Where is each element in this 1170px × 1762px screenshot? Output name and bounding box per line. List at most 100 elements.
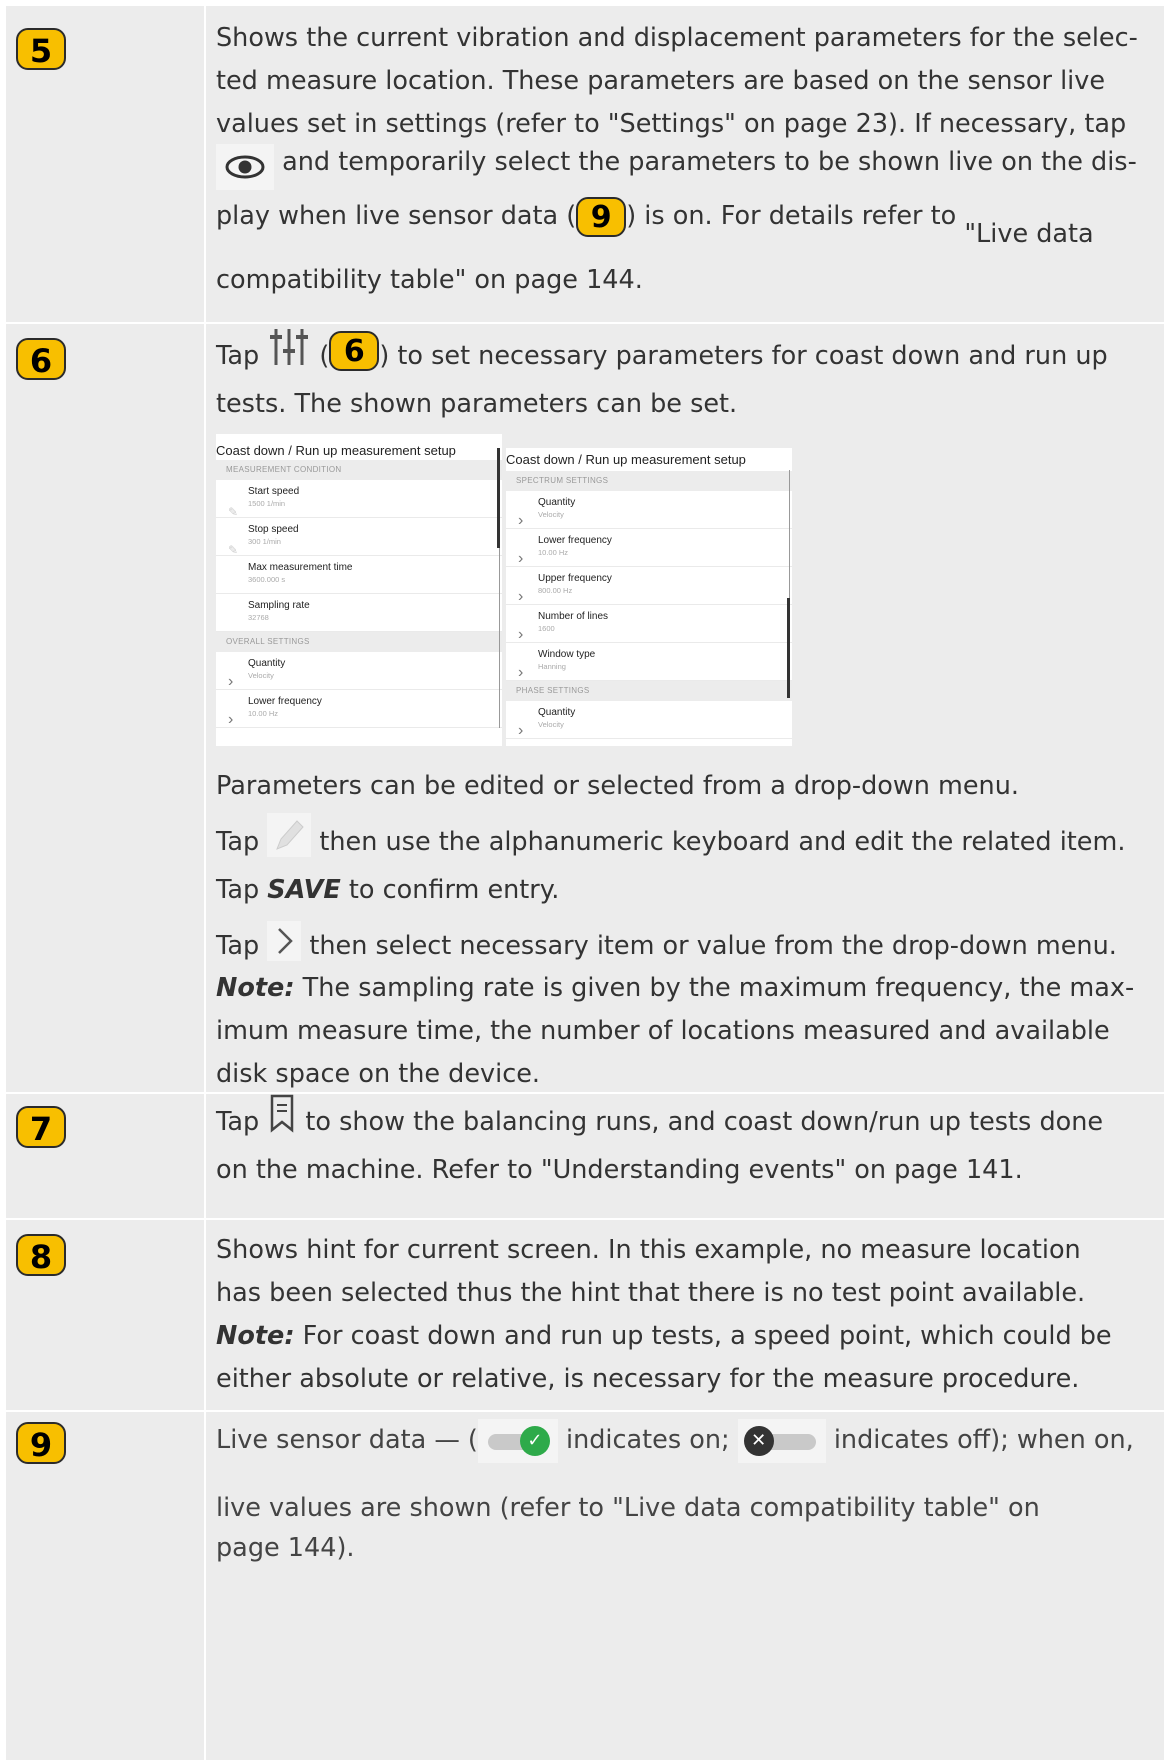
settings-list-item[interactable]: Max measurement time 3600.000 s xyxy=(216,556,502,594)
text-line: has been selected thus the hint that the… xyxy=(216,1278,1086,1308)
text-line: on the machine. Refer to "Understanding … xyxy=(216,1155,1023,1185)
item-value: 300 1/min xyxy=(248,537,281,546)
settings-list-item[interactable]: › Lower frequency 10.00 Hz xyxy=(506,529,792,567)
item-label: Quantity xyxy=(538,707,576,718)
item-value: Velocity xyxy=(538,510,564,519)
description-cell: Tap (6) to set necessary parameters for … xyxy=(216,329,1146,1098)
item-value: 10.00 Hz xyxy=(248,709,279,718)
item-label: Lower frequency xyxy=(538,535,612,546)
eye-icon[interactable] xyxy=(216,144,274,190)
number-cell: 8 xyxy=(6,1220,206,1410)
chevron-right-icon[interactable] xyxy=(267,921,302,961)
screenshot-right: Coast down / Run up measurement setup SP… xyxy=(506,448,792,746)
text-line: Parameters can be edited or selected fro… xyxy=(216,771,1019,801)
text-line: Shows the current vibration and displace… xyxy=(216,23,1138,53)
item-label: Quantity xyxy=(538,497,576,508)
item-label: Quantity xyxy=(248,658,286,669)
callout-badge-8: 8 xyxy=(16,1234,66,1276)
item-label: Max measurement time xyxy=(248,562,353,573)
chevron-right-icon: › xyxy=(518,664,524,681)
item-label: Upper frequency xyxy=(538,573,612,584)
section-header: MEASUREMENT CONDITION xyxy=(216,460,502,480)
item-value: 800.00 Hz xyxy=(538,586,573,595)
settings-list-item[interactable]: Sampling rate 32768 xyxy=(216,594,502,632)
table-row-5: 5 Shows the current vibration and displa… xyxy=(6,6,1164,324)
text-line: live values are shown (refer to "Live da… xyxy=(216,1493,1040,1523)
screen-title: Coast down / Run up measurement setup xyxy=(216,443,456,458)
section-header: PHASE SETTINGS xyxy=(506,681,792,701)
section-header: OVERALL SETTINGS xyxy=(216,632,502,652)
chevron-right-icon: › xyxy=(228,711,234,728)
callout-badge-6: 6 xyxy=(16,338,66,380)
screenshot-left: Coast down / Run up measurement setup ME… xyxy=(216,434,502,746)
text-line: Tap to show the balancing runs, and coas… xyxy=(216,1094,1146,1146)
settings-list-item[interactable]: › Quantity Velocity xyxy=(506,491,792,529)
text-line: Shows hint for current screen. In this e… xyxy=(216,1235,1081,1265)
settings-list-item[interactable]: › Window type Hanning xyxy=(506,643,792,681)
item-value: 3600.000 s xyxy=(248,575,286,584)
number-cell: 9 xyxy=(6,1412,206,1760)
table-row-7: 7 Tap to show the balancing runs, and co… xyxy=(6,1094,1164,1220)
item-label: Stop speed xyxy=(248,524,299,535)
item-label: Lower frequency xyxy=(248,696,322,707)
item-value: 1500 1/min xyxy=(248,499,286,508)
table-row-8: 8 Shows hint for current screen. In this… xyxy=(6,1220,1164,1412)
text-line: Live sensor data — ( ✓ indicates on; ✕ i… xyxy=(216,1416,1146,1464)
text-line: play when live sensor data (9) is on. Fo… xyxy=(216,192,1146,249)
description-cell: Shows hint for current screen. In this e… xyxy=(216,1226,1146,1403)
live-data-toggle-on[interactable]: ✓ xyxy=(477,1419,558,1463)
item-label: Sampling rate xyxy=(248,600,310,611)
callout-badge-9: 9 xyxy=(16,1422,66,1464)
settings-list-item[interactable]: › Number of lines 1600 xyxy=(506,605,792,643)
settings-list-item[interactable]: › Quantity Velocity xyxy=(506,701,792,739)
scrollbar-track xyxy=(499,548,500,728)
table-row-9: 9 Live sensor data — ( ✓ indicates on; ✕… xyxy=(6,1412,1164,1762)
setup-screenshots: Coast down / Run up measurement setup ME… xyxy=(216,434,1146,752)
pencil-edit-icon[interactable] xyxy=(267,813,312,857)
note-line: imum measure time, the number of locatio… xyxy=(216,1016,1110,1046)
save-label: SAVE xyxy=(267,875,341,905)
callout-badge-7: 7 xyxy=(16,1106,66,1148)
close-icon: ✕ xyxy=(743,1426,774,1456)
text-line: Tap then select necessary item or value … xyxy=(216,921,1146,970)
section-header: SPECTRUM SETTINGS xyxy=(506,471,792,491)
note-line: either absolute or relative, is necessar… xyxy=(216,1364,1080,1394)
scrollbar[interactable] xyxy=(787,598,790,698)
description-cell: Shows the current vibration and displace… xyxy=(216,14,1146,304)
item-label: Number of lines xyxy=(538,611,609,622)
note-line: Note: For coast down and run up tests, a… xyxy=(216,1321,1112,1351)
item-value: Velocity xyxy=(538,720,564,729)
settings-list-item[interactable]: › Lower frequency 10.00 Hz xyxy=(216,690,502,728)
item-value: 1600 xyxy=(538,624,555,633)
bookmark-list-icon[interactable] xyxy=(267,1093,297,1133)
description-cell: Tap to show the balancing runs, and coas… xyxy=(216,1094,1146,1194)
number-cell: 5 xyxy=(6,6,206,322)
text-line: Tap SAVE to confirm entry. xyxy=(216,875,560,905)
settings-list-item[interactable]: ✎ Start speed 1500 1/min xyxy=(216,480,502,519)
callout-badge-ref-6: 6 xyxy=(329,331,380,371)
text-line: ted measure location. These parameters a… xyxy=(216,66,1106,96)
chevron-right-icon: › xyxy=(518,722,524,739)
item-label: Start speed xyxy=(248,486,300,497)
text-line: Tap then use the alphanumeric keyboard a… xyxy=(216,813,1146,866)
scrollbar[interactable] xyxy=(497,448,500,548)
item-value: Hanning xyxy=(538,662,566,671)
callout-badge-ref-9: 9 xyxy=(576,197,627,237)
number-cell: 6 xyxy=(6,324,206,1092)
item-value: 32768 xyxy=(248,613,269,622)
scrollbar-track xyxy=(789,470,790,598)
description-cell: Live sensor data — ( ✓ indicates on; ✕ i… xyxy=(216,1416,1146,1572)
sliders-icon[interactable] xyxy=(267,327,311,367)
callout-badge-5: 5 xyxy=(16,28,66,70)
number-cell: 7 xyxy=(6,1094,206,1218)
live-data-toggle-off[interactable]: ✕ xyxy=(737,1419,826,1463)
settings-list-item[interactable]: ✎ Stop speed 300 1/min xyxy=(216,518,502,557)
screen-title: Coast down / Run up measurement setup xyxy=(506,452,746,467)
note-label: Note: xyxy=(216,973,295,1003)
text-line: and temporarily select the parameters to… xyxy=(216,138,1146,190)
note-line: disk space on the device. xyxy=(216,1059,541,1089)
settings-list-item[interactable]: › Upper frequency 800.00 Hz xyxy=(506,567,792,605)
text-line: compatibility table" on page 144. xyxy=(216,265,643,295)
item-label: Window type xyxy=(538,649,596,660)
settings-list-item[interactable]: › Quantity Velocity xyxy=(216,652,502,690)
